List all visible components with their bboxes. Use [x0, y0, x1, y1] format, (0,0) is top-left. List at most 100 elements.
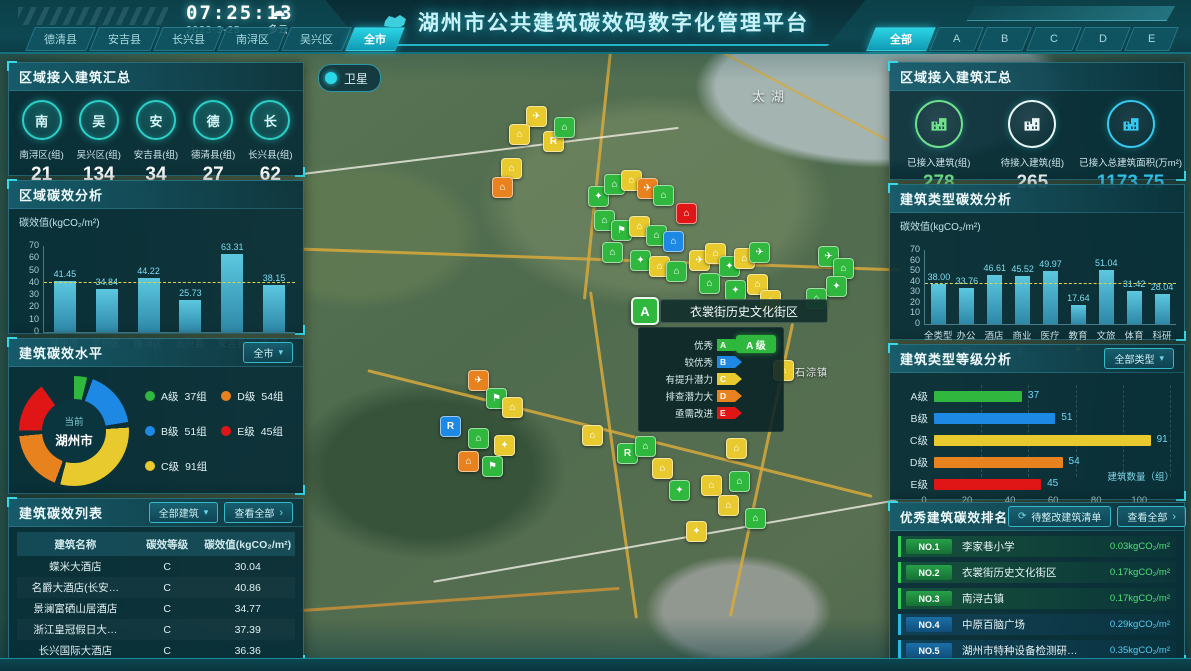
tab-region-长兴县[interactable]: 长兴县 [153, 27, 224, 51]
tooltip-label: 衣裳街历史文化街区 [690, 303, 798, 320]
legend-grade-label: D级 [237, 389, 255, 404]
footer-bar [0, 658, 1191, 671]
building-marker[interactable]: ⌂ [745, 508, 766, 529]
carbon-value: 0.29kgCO₂/m² [1084, 619, 1170, 630]
building-marker[interactable]: ⌂ [666, 261, 687, 282]
button-label: 查看全部 [1127, 509, 1167, 524]
building-marker[interactable]: ⌂ [653, 185, 674, 206]
satellite-toggle[interactable]: 卫星 [318, 64, 381, 92]
carbon-grade: C [134, 603, 201, 615]
bar-value: 45.52 [1011, 264, 1034, 274]
building-marker[interactable]: ⌂ [699, 273, 720, 294]
bar [1127, 291, 1142, 324]
bar-value: 33.76 [956, 276, 979, 286]
building-marker[interactable]: ⌂ [635, 436, 656, 457]
building-marker[interactable]: ⌂ [602, 242, 623, 263]
building-marker[interactable]: ✈ [468, 370, 489, 391]
building-marker[interactable]: ⌂ [652, 458, 673, 479]
bar [263, 285, 285, 332]
chart-plot: 01020304050607038.0033.7646.6145.5249.97… [924, 250, 1176, 325]
region-stat: 吴吴兴区(组)134 [70, 100, 127, 186]
tab-grade-B[interactable]: B [978, 27, 1033, 51]
table-row[interactable]: 浙江皇冠假日大…C37.39 [17, 619, 295, 640]
table-row[interactable]: 蝶米大酒店C30.04 [17, 556, 295, 577]
legend-grade-label: B级 [161, 424, 179, 439]
building-marker[interactable]: ✦ [669, 480, 690, 501]
tab-grade-A[interactable]: A [929, 27, 984, 51]
y-tick-label: 0 [895, 318, 920, 328]
ranking-row[interactable]: NO.2衣裳街历史文化街区0.17kgCO₂/m² [898, 562, 1176, 583]
region-badge-icon: 长 [250, 100, 290, 140]
ranking-row[interactable]: NO.3南浔古镇0.17kgCO₂/m² [898, 588, 1176, 609]
y-tick-label: 30 [895, 286, 920, 296]
building-marker[interactable]: ✈ [749, 242, 770, 263]
tab-region-全市[interactable]: 全市 [345, 27, 405, 51]
table-row[interactable]: 景澜富硒山居酒店C34.77 [17, 598, 295, 619]
building-marker[interactable]: ⌂ [458, 451, 479, 472]
tab-grade-D[interactable]: D [1075, 27, 1131, 51]
legend-label: 排查潜力大 [647, 389, 713, 403]
ranking-row[interactable]: NO.4中原百脑广场0.29kgCO₂/m² [898, 614, 1176, 635]
building-marker[interactable]: ⌂ [718, 495, 739, 516]
tab-label: C [1050, 33, 1058, 45]
tab-region-德清县[interactable]: 德清县 [25, 27, 96, 51]
road-line [301, 127, 678, 175]
building-marker[interactable]: ⌂ [468, 428, 489, 449]
tab-grade-C[interactable]: C [1026, 27, 1082, 51]
view-all-button[interactable]: 查看全部 [1117, 506, 1186, 527]
building-name: 李家巷小学 [962, 539, 1084, 554]
bar-group: 45.52 [1009, 250, 1037, 324]
building-marker[interactable]: ⌂ [501, 158, 522, 179]
region-stat: 长长兴县(组)62 [242, 100, 299, 186]
building-marker[interactable]: ⌂ [582, 425, 603, 446]
x-tick-label: 科研 [1148, 328, 1176, 342]
building-marker[interactable]: ⌂ [509, 124, 530, 145]
region-stat-label: 安吉县(组) [134, 147, 178, 161]
tab-grade-全部[interactable]: 全部 [866, 27, 936, 51]
rectify-list-button[interactable]: 待整改建筑清单 [1008, 506, 1111, 527]
y-axis-unit: 碳效值(kgCO₂/m²) [9, 209, 303, 232]
building-marker[interactable]: ⌂ [502, 397, 523, 418]
region-stat-label: 长兴县(组) [248, 147, 292, 161]
building-name: 蝶米大酒店 [17, 559, 134, 574]
y-tick-label: 70 [895, 244, 920, 254]
building-marker[interactable]: ⌂ [676, 203, 697, 224]
tab-grade-E[interactable]: E [1124, 27, 1179, 51]
building-marker[interactable]: ⌂ [726, 438, 747, 459]
rank-badge: NO.2 [906, 565, 952, 580]
selected-building-marker[interactable]: A [631, 297, 659, 325]
bar-group: 28.04 [1148, 250, 1176, 324]
carbon-value: 0.17kgCO₂/m² [1084, 593, 1170, 604]
building-marker[interactable]: ✈ [526, 106, 547, 127]
building-marker[interactable]: ⌂ [554, 117, 575, 138]
building-marker[interactable]: ⌂ [663, 231, 684, 252]
tab-region-吴兴区[interactable]: 吴兴区 [281, 27, 352, 51]
building-marker[interactable]: ⌂ [492, 177, 513, 198]
building-marker[interactable]: R [440, 416, 461, 437]
building-marker[interactable]: ⌂ [701, 475, 722, 496]
building-marker[interactable]: ✦ [686, 521, 707, 542]
ranking-row[interactable]: NO.1李家巷小学0.03kgCO₂/m² [898, 536, 1176, 557]
tab-region-南浔区[interactable]: 南浔区 [217, 27, 288, 51]
view-all-button[interactable]: 查看全部 [224, 502, 293, 523]
building-marker[interactable]: ⌂ [729, 471, 750, 492]
table-row[interactable]: 名爵大酒店(长安…C40.86 [17, 577, 295, 598]
legend-dot-icon [145, 391, 155, 401]
y-tick-label: 20 [14, 301, 39, 311]
bar-group: 33.76 [953, 250, 981, 324]
legend-grade-label: C级 [161, 459, 179, 474]
bar [934, 413, 1055, 424]
city-filter-dropdown[interactable]: 全市 [243, 342, 293, 363]
building-marker[interactable]: ✦ [725, 280, 746, 301]
building-marker[interactable]: ✦ [494, 435, 515, 456]
y-tick-label: 40 [895, 276, 920, 286]
building-marker[interactable]: ⚑ [482, 456, 503, 477]
header-deco [967, 6, 1176, 21]
building-marker[interactable]: ✦ [826, 276, 847, 297]
tab-region-安吉县[interactable]: 安吉县 [89, 27, 160, 51]
building-marker[interactable]: ✦ [630, 250, 651, 271]
y-tick-label: 50 [14, 265, 39, 275]
type-filter-dropdown[interactable]: 全部类型 [1104, 348, 1174, 369]
map-place-label: 石淙镇 [795, 364, 828, 379]
building-filter-dropdown[interactable]: 全部建筑 [149, 502, 219, 523]
